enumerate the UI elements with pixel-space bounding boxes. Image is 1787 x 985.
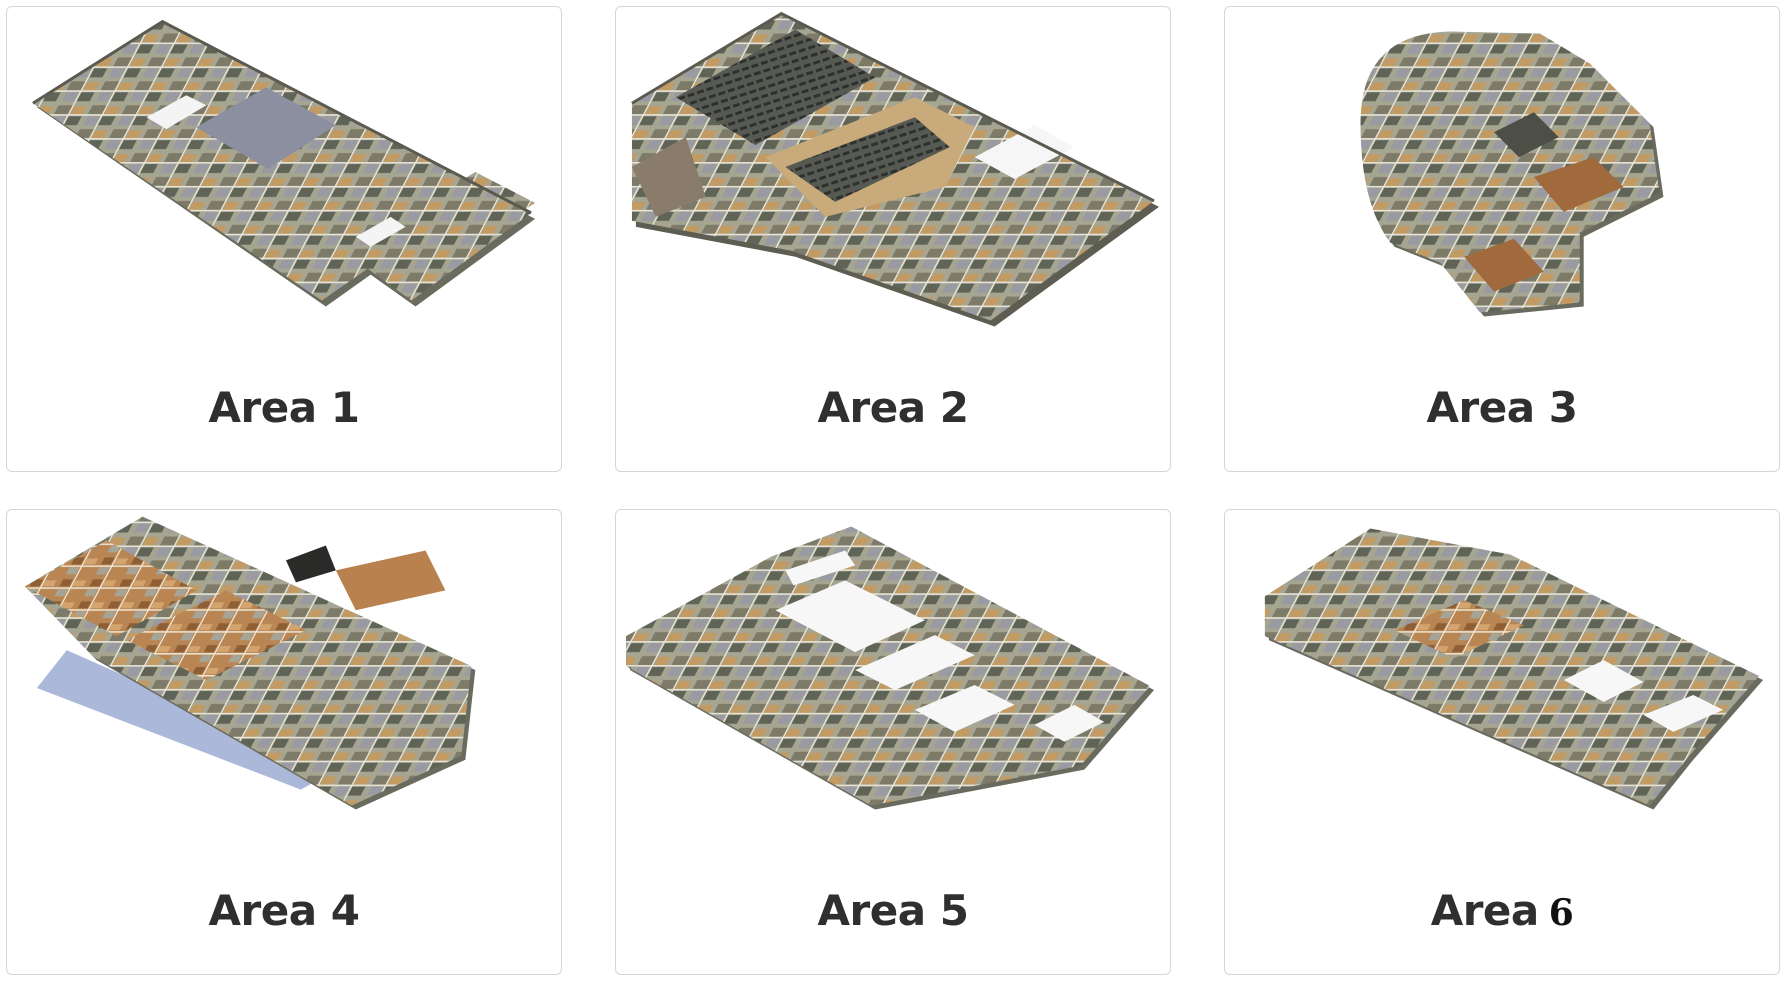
area-6-scan-image [1264, 528, 1764, 810]
area-4-scan-image [24, 516, 476, 810]
area-2-scan-image [631, 11, 1160, 327]
area-card-2[interactable]: Area 2 [615, 6, 1171, 472]
area-card-5[interactable]: Area 5 [615, 509, 1171, 975]
area-6-label: Area 6 [1225, 886, 1779, 935]
area-6-label-text: Area [1430, 886, 1540, 935]
area-card-3[interactable]: Area 3 [1224, 6, 1780, 472]
area-1-scan-image [32, 19, 536, 307]
area-2-label: Area 2 [817, 383, 969, 432]
area-3-label: Area 3 [1426, 383, 1578, 432]
area-card-6[interactable]: Area 6 [1224, 509, 1780, 975]
area-6-label-number: 6 [1548, 892, 1574, 934]
area-card-4[interactable]: Area 4 [6, 509, 562, 975]
area-card-1[interactable]: Area 1 [6, 6, 562, 472]
area-4-label: Area 4 [208, 886, 360, 935]
area-5-scan-image [625, 526, 1155, 810]
area-gallery: Area 1 Area 2 Area 3 Area 4 Area 5 Area … [0, 0, 1787, 985]
area-5-label: Area 5 [817, 886, 969, 935]
area-1-label: Area 1 [208, 383, 360, 432]
area-3-scan-image [1360, 31, 1664, 317]
